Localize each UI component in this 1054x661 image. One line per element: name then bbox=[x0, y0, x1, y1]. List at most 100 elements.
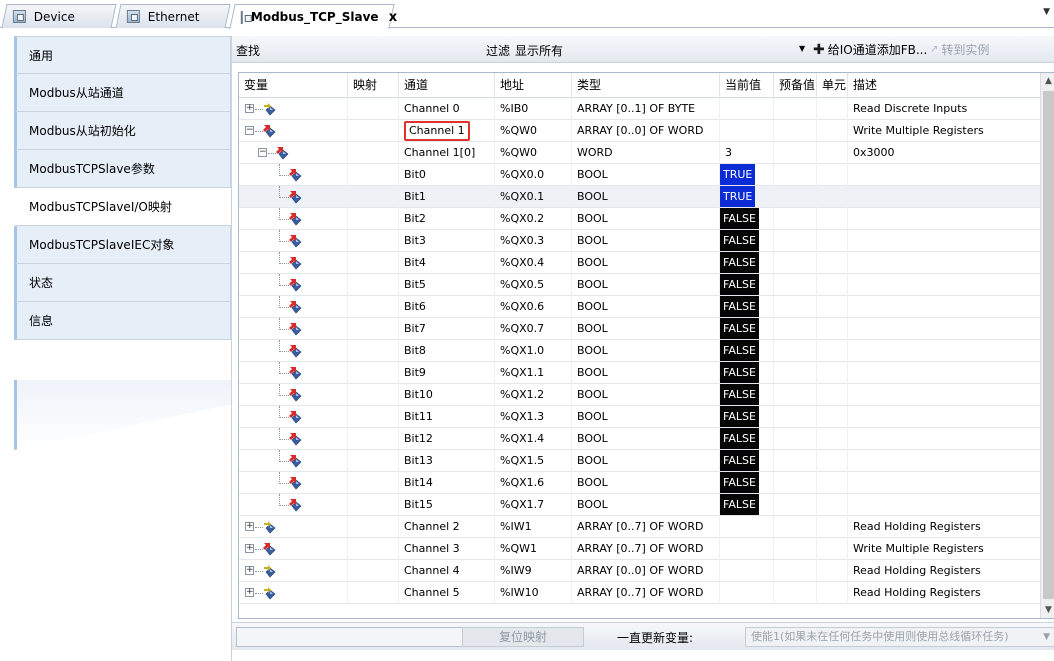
prepared-value-cell[interactable] bbox=[774, 208, 817, 230]
variable-cell[interactable] bbox=[239, 208, 348, 230]
column-header-variable[interactable]: 变量 bbox=[239, 73, 348, 98]
current-value-cell[interactable] bbox=[720, 560, 774, 582]
variable-cell[interactable] bbox=[239, 450, 348, 472]
sidebar-item[interactable]: 通用 bbox=[14, 36, 231, 74]
variable-cell[interactable] bbox=[239, 428, 348, 450]
table-row[interactable]: − Channel 1[0] %QW0 WORD 3 0x3000 bbox=[239, 142, 1040, 164]
column-header-description[interactable]: 描述 bbox=[848, 73, 1040, 98]
variable-cell[interactable]: + bbox=[239, 560, 348, 582]
current-value-cell[interactable]: FALSE bbox=[720, 274, 774, 296]
mapping-cell[interactable] bbox=[348, 120, 399, 142]
current-value-cell[interactable]: FALSE bbox=[720, 428, 774, 450]
collapse-icon[interactable]: − bbox=[258, 148, 267, 157]
add-fb-button[interactable]: ✚ 给IO通道添加FB... bbox=[813, 41, 927, 58]
goto-instance-button[interactable]: ↗ 转到实例 bbox=[930, 41, 989, 58]
filter-select[interactable]: 显示所有 bbox=[515, 42, 563, 59]
table-row[interactable]: + Channel 4 %IW9 ARRAY [0..0] OF WORD Read H… bbox=[239, 560, 1040, 582]
mapping-cell[interactable] bbox=[348, 582, 399, 604]
sidebar-item[interactable]: ModbusTCPSlave参数 bbox=[14, 150, 231, 188]
variable-cell[interactable] bbox=[239, 494, 348, 516]
table-row[interactable]: Bit12 %QX1.4 BOOL FALSE bbox=[239, 428, 1040, 450]
current-value-cell[interactable]: TRUE bbox=[720, 186, 774, 208]
prepared-value-cell[interactable] bbox=[774, 120, 817, 142]
column-header-address[interactable]: 地址 bbox=[495, 73, 572, 98]
prepared-value-cell[interactable] bbox=[774, 406, 817, 428]
current-value-cell[interactable]: 3 bbox=[720, 142, 774, 164]
mapping-cell[interactable] bbox=[348, 186, 399, 208]
prepared-value-cell[interactable] bbox=[774, 472, 817, 494]
sidebar-item[interactable]: Modbus从站初始化 bbox=[14, 112, 231, 150]
mapping-cell[interactable] bbox=[348, 384, 399, 406]
mapping-cell[interactable] bbox=[348, 98, 399, 120]
variable-cell[interactable]: + bbox=[239, 538, 348, 560]
sidebar-item[interactable]: 状态 bbox=[14, 264, 231, 302]
table-row[interactable]: Bit3 %QX0.3 BOOL FALSE bbox=[239, 230, 1040, 252]
current-value-cell[interactable] bbox=[720, 98, 774, 120]
current-value-cell[interactable]: FALSE bbox=[720, 450, 774, 472]
scroll-up-icon[interactable]: ▲ bbox=[1041, 73, 1054, 89]
scrollbar-thumb[interactable] bbox=[1043, 91, 1054, 599]
variable-cell[interactable] bbox=[239, 230, 348, 252]
mapping-cell[interactable] bbox=[348, 164, 399, 186]
variable-cell[interactable]: + bbox=[239, 582, 348, 604]
mapping-cell[interactable] bbox=[348, 252, 399, 274]
tab-device[interactable]: Device bbox=[1, 4, 117, 28]
collapse-icon[interactable]: − bbox=[245, 126, 254, 135]
variable-cell[interactable] bbox=[239, 362, 348, 384]
mapping-cell[interactable] bbox=[348, 362, 399, 384]
current-value-cell[interactable] bbox=[720, 582, 774, 604]
prepared-value-cell[interactable] bbox=[774, 98, 817, 120]
variable-cell[interactable]: + bbox=[239, 516, 348, 538]
current-value-cell[interactable]: FALSE bbox=[720, 494, 774, 516]
table-row[interactable]: + Channel 2 %IW1 ARRAY [0..7] OF WORD Read H… bbox=[239, 516, 1040, 538]
prepared-value-cell[interactable] bbox=[774, 582, 817, 604]
prepared-value-cell[interactable] bbox=[774, 230, 817, 252]
column-header-prepared-value[interactable]: 预备值 bbox=[774, 73, 817, 98]
column-header-mapping[interactable]: 映射 bbox=[348, 73, 399, 98]
prepared-value-cell[interactable] bbox=[774, 494, 817, 516]
tab-ethernet[interactable]: Ethernet bbox=[115, 4, 231, 28]
prepared-value-cell[interactable] bbox=[774, 142, 817, 164]
table-row[interactable]: Bit15 %QX1.7 BOOL FALSE bbox=[239, 494, 1040, 516]
reset-mapping-button[interactable]: 复位映射 bbox=[462, 627, 584, 647]
table-row[interactable]: Bit1 %QX0.1 BOOL TRUE bbox=[239, 186, 1040, 208]
prepared-value-cell[interactable] bbox=[774, 560, 817, 582]
table-row[interactable]: − Channel 1 %QW0 ARRAY [0..0] OF WORD Write … bbox=[239, 120, 1040, 142]
expand-icon[interactable]: + bbox=[245, 588, 254, 597]
sidebar-item[interactable]: 信息 bbox=[14, 302, 231, 340]
prepared-value-cell[interactable] bbox=[774, 538, 817, 560]
close-icon[interactable]: x bbox=[389, 10, 397, 25]
variable-cell[interactable]: − bbox=[239, 142, 348, 164]
mapping-cell[interactable] bbox=[348, 406, 399, 428]
table-row[interactable]: Bit5 %QX0.5 BOOL FALSE bbox=[239, 274, 1040, 296]
table-row[interactable]: Bit4 %QX0.4 BOOL FALSE bbox=[239, 252, 1040, 274]
table-row[interactable]: Bit14 %QX1.6 BOOL FALSE bbox=[239, 472, 1040, 494]
table-row[interactable]: Bit8 %QX1.0 BOOL FALSE bbox=[239, 340, 1040, 362]
prepared-value-cell[interactable] bbox=[774, 296, 817, 318]
mapping-cell[interactable] bbox=[348, 296, 399, 318]
column-header-unit[interactable]: 单元 bbox=[817, 73, 848, 98]
expand-icon[interactable]: + bbox=[245, 522, 254, 531]
variable-cell[interactable] bbox=[239, 318, 348, 340]
expand-icon[interactable]: + bbox=[245, 566, 254, 575]
table-row[interactable]: Bit11 %QX1.3 BOOL FALSE bbox=[239, 406, 1040, 428]
table-row[interactable]: Bit9 %QX1.1 BOOL FALSE bbox=[239, 362, 1040, 384]
mapping-cell[interactable] bbox=[348, 560, 399, 582]
variable-cell[interactable] bbox=[239, 252, 348, 274]
find-label[interactable]: 查找 bbox=[236, 42, 260, 59]
current-value-cell[interactable]: FALSE bbox=[720, 406, 774, 428]
table-row[interactable]: + Channel 3 %QW1 ARRAY [0..7] OF WORD Write … bbox=[239, 538, 1040, 560]
variable-cell[interactable] bbox=[239, 186, 348, 208]
current-value-cell[interactable] bbox=[720, 538, 774, 560]
table-row[interactable]: + Channel 0 %IB0 ARRAY [0..1] OF BYTE Read D… bbox=[239, 98, 1040, 120]
variable-cell[interactable] bbox=[239, 384, 348, 406]
vertical-scrollbar[interactable]: ▲ ▼ bbox=[1040, 73, 1054, 618]
current-value-cell[interactable]: FALSE bbox=[720, 362, 774, 384]
table-row[interactable]: Bit10 %QX1.2 BOOL FALSE bbox=[239, 384, 1040, 406]
mapping-cell[interactable] bbox=[348, 472, 399, 494]
mapping-cell[interactable] bbox=[348, 340, 399, 362]
prepared-value-cell[interactable] bbox=[774, 516, 817, 538]
current-value-cell[interactable]: FALSE bbox=[720, 472, 774, 494]
table-row[interactable]: Bit13 %QX1.5 BOOL FALSE bbox=[239, 450, 1040, 472]
table-row[interactable]: Bit0 %QX0.0 BOOL TRUE bbox=[239, 164, 1040, 186]
